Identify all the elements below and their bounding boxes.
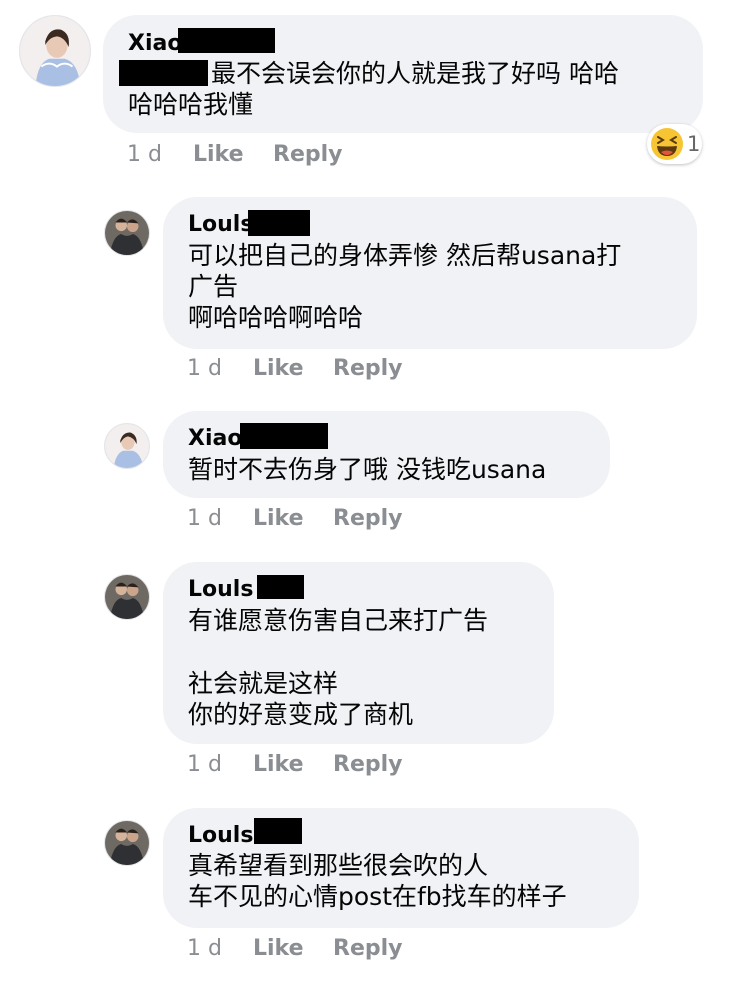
comment-text-line: 车不见的心情post在fb找车的样子 — [188, 882, 567, 911]
like-button[interactable]: Like — [253, 752, 304, 778]
comment-bubble: Louls 可以把自己的身体弄惨 然后帮usana打 广告 啊哈哈哈啊哈哈 — [163, 197, 697, 349]
comment-actions: 1 d Like Reply — [187, 752, 487, 778]
avatar[interactable] — [104, 210, 150, 256]
redacted-name — [240, 423, 328, 449]
comment-time[interactable]: 1 d — [187, 752, 222, 778]
reply-button[interactable]: Reply — [333, 506, 403, 532]
like-button[interactable]: Like — [253, 506, 304, 532]
avatar-couple-photo-icon — [105, 821, 149, 865]
comment-bubble: Louls 有谁愿意伤害自己来打广告 社会就是这样 你的好意变成了商机 — [163, 562, 554, 744]
comment-bubble: Louls 真希望看到那些很会吹的人 车不见的心情post在fb找车的样子 — [163, 808, 639, 928]
avatar[interactable] — [104, 820, 150, 866]
comment-author[interactable]: Louls — [188, 577, 253, 603]
comment-text-line: 暂时不去伤身了哦 没钱吃usana — [188, 455, 547, 484]
reply-button[interactable]: Reply — [273, 142, 343, 168]
avatar-woman-photo-icon — [20, 16, 90, 86]
comment-actions: 1 d Like Reply — [187, 506, 487, 532]
comment-time[interactable]: 1 d — [187, 356, 222, 382]
comment-text-line: 可以把自己的身体弄惨 然后帮usana打 — [188, 241, 622, 270]
laughing-emoji-icon — [651, 128, 683, 160]
reply-button[interactable]: Reply — [333, 752, 403, 778]
redacted-name — [257, 575, 304, 599]
reply-button[interactable]: Reply — [333, 356, 403, 382]
comment-author[interactable]: Xiao — [188, 426, 242, 452]
comment-author[interactable]: Louls — [188, 823, 253, 849]
comment-text-line: 真希望看到那些很会吹的人 — [188, 851, 489, 880]
comment-bubble: Xiao 暂时不去伤身了哦 没钱吃usana — [163, 411, 610, 498]
redacted-mention — [119, 60, 208, 86]
comment-text-line: 哈哈哈我懂 — [128, 90, 254, 119]
avatar[interactable] — [104, 574, 150, 620]
redacted-name — [254, 818, 302, 844]
like-button[interactable]: Like — [253, 356, 304, 382]
comment-actions: 1 d Like Reply — [187, 936, 487, 962]
redacted-name — [178, 28, 275, 53]
comment-text-line: 啊哈哈哈啊哈哈 — [188, 303, 364, 332]
comment-actions: 1 d Like Reply — [127, 142, 427, 168]
reaction-count: 1 — [687, 132, 701, 156]
like-button[interactable]: Like — [193, 142, 244, 168]
comment-author[interactable]: Xiao — [128, 31, 182, 57]
comment-text-line: 广告 — [188, 272, 239, 301]
comment-text-line: 你的好意变成了商机 — [188, 700, 414, 729]
comment-actions: 1 d Like Reply — [187, 356, 487, 382]
comment-text-line: 最不会误会你的人就是我了好吗 哈哈 — [211, 59, 619, 88]
avatar[interactable] — [19, 15, 91, 87]
reaction-summary[interactable]: 1 — [647, 124, 702, 164]
comment-time[interactable]: 1 d — [187, 506, 222, 532]
comment-time[interactable]: 1 d — [187, 936, 222, 962]
reply-button[interactable]: Reply — [333, 936, 403, 962]
avatar-couple-photo-icon — [105, 575, 149, 619]
like-button[interactable]: Like — [253, 936, 304, 962]
avatar[interactable] — [104, 423, 150, 469]
comment-time[interactable]: 1 d — [127, 142, 162, 168]
redacted-name — [248, 210, 310, 236]
avatar-couple-photo-icon — [105, 211, 149, 255]
avatar-woman-photo-icon — [105, 424, 149, 468]
comment-text-line: 社会就是这样 — [188, 669, 339, 698]
comment-text-line: 有谁愿意伤害自己来打广告 — [188, 606, 489, 635]
comment-author[interactable]: Louls — [188, 212, 253, 238]
comment-bubble: Xiao 最不会误会你的人就是我了好吗 哈哈 哈哈哈我懂 — [103, 15, 703, 133]
